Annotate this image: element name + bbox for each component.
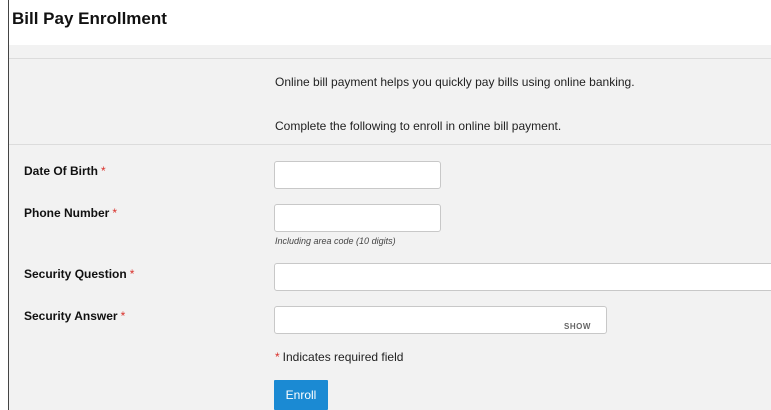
security-question-select[interactable] bbox=[274, 263, 771, 291]
required-note-text: Indicates required field bbox=[282, 350, 404, 364]
phone-label: Phone Number * bbox=[24, 206, 117, 220]
phone-label-text: Phone Number bbox=[24, 206, 110, 220]
top-divider bbox=[9, 58, 771, 59]
intro-text-1: Online bill payment helps you quickly pa… bbox=[275, 75, 635, 89]
security-answer-label-text: Security Answer bbox=[24, 309, 118, 323]
security-question-label-text: Security Question bbox=[24, 267, 127, 281]
security-question-label: Security Question * bbox=[24, 267, 134, 281]
required-asterisk: * bbox=[129, 267, 135, 281]
dob-label: Date Of Birth * bbox=[24, 164, 106, 178]
phone-hint: Including area code (10 digits) bbox=[275, 236, 396, 246]
required-field-note: * Indicates required field bbox=[275, 350, 403, 364]
dob-input[interactable] bbox=[274, 161, 441, 189]
required-asterisk: * bbox=[120, 309, 126, 323]
required-asterisk: * bbox=[112, 206, 118, 220]
enroll-button[interactable]: Enroll bbox=[274, 380, 328, 410]
enrollment-panel: Online bill payment helps you quickly pa… bbox=[9, 45, 771, 410]
page-title: Bill Pay Enrollment bbox=[12, 9, 167, 28]
dob-label-text: Date Of Birth bbox=[24, 164, 99, 178]
security-answer-input[interactable] bbox=[274, 306, 607, 334]
security-answer-label: Security Answer * bbox=[24, 309, 125, 323]
required-asterisk: * bbox=[275, 350, 280, 364]
intro-text-2: Complete the following to enroll in onli… bbox=[275, 119, 562, 133]
phone-input[interactable] bbox=[274, 204, 441, 232]
required-asterisk: * bbox=[101, 164, 106, 178]
show-answer-button[interactable]: SHOW bbox=[564, 322, 591, 331]
intro-divider bbox=[9, 144, 771, 145]
